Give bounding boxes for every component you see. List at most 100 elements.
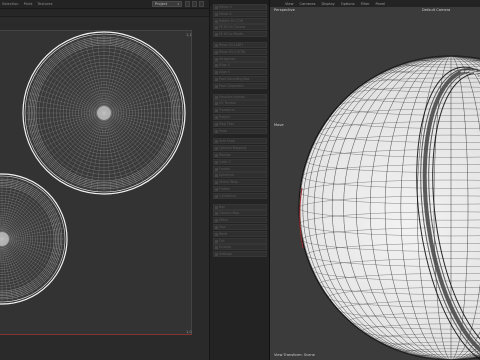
command-item[interactable]: Realign <box>213 152 267 158</box>
viewport-status-text: View Transform: Scene <box>274 353 315 357</box>
command-label: Map Tiles <box>219 121 234 126</box>
command-label: Align V <box>219 70 231 75</box>
command-label: Cylindrical <box>219 193 236 198</box>
command-label: Flatten <box>219 187 231 191</box>
command-label: Frontal <box>219 166 230 171</box>
command-icon <box>215 102 218 106</box>
viewport-panel[interactable]: View Cameras Display Options Filter Pane… <box>269 0 480 360</box>
command-item[interactable]: Project <box>213 114 267 120</box>
command-item[interactable]: Map Tiles <box>213 120 267 127</box>
command-icon <box>215 57 218 61</box>
command-label: Fit UV to Points <box>219 32 244 37</box>
command-label: Shrink Wrap <box>219 180 239 185</box>
command-item[interactable]: Cylindrical <box>213 192 267 199</box>
command-item[interactable]: Relax UV (LSCM) <box>213 48 267 55</box>
command-icon <box>215 64 218 68</box>
menu-options[interactable]: Options <box>341 2 355 6</box>
command-item[interactable]: Optimal Mapping <box>213 145 267 152</box>
menu-filter[interactable]: Filter <box>361 2 370 6</box>
command-label: Relax UV (ABF) <box>219 43 243 47</box>
command-icon <box>215 188 218 191</box>
command-item[interactable]: Frontal <box>213 165 267 172</box>
command-label: Unwrap <box>219 245 232 250</box>
command-label: Transform <box>219 108 235 113</box>
command-icon <box>215 246 218 250</box>
command-item[interactable]: Snap <box>213 127 267 134</box>
command-icon <box>215 253 218 257</box>
command-icon <box>215 174 218 178</box>
command-item[interactable]: Align V <box>213 69 267 76</box>
viewport-projection-label: Perspective <box>274 8 295 12</box>
menu-panel[interactable]: Panel <box>376 2 386 6</box>
uv-coordinate-bottom: 1,0 <box>186 330 192 334</box>
menu-view[interactable]: View <box>285 2 294 6</box>
command-item[interactable]: Settings <box>213 251 267 258</box>
command-icon <box>215 160 218 164</box>
command-item[interactable]: Transform <box>213 107 267 114</box>
command-icon <box>215 19 218 23</box>
command-item[interactable]: Pack Bounding Box <box>213 76 267 82</box>
move-tool-label: Move <box>274 123 284 127</box>
command-item[interactable]: Mirror U <box>213 4 267 10</box>
cricket-ball-mesh <box>298 55 480 360</box>
command-label: Settings <box>219 252 233 257</box>
command-label: Grid Snap <box>219 139 235 144</box>
command-icon <box>215 44 218 47</box>
menu-display[interactable]: Display <box>322 2 335 6</box>
command-label: Align U <box>219 63 231 68</box>
command-label: Pack Bounding Box <box>219 77 250 81</box>
command-icon <box>215 33 218 37</box>
command-item[interactable]: Pack Geometric <box>213 82 267 89</box>
command-label: Stitch <box>219 218 229 223</box>
command-label: Mirror V <box>219 11 232 16</box>
command-label: UV Terrace <box>219 101 237 106</box>
command-label: Camera Map <box>219 211 240 216</box>
command-icon <box>215 205 218 209</box>
command-item[interactable]: Equalize Islands <box>213 93 267 100</box>
command-label: Spherical <box>219 173 234 178</box>
command-icon <box>215 194 218 198</box>
command-icon <box>215 109 218 113</box>
command-label: Project <box>219 115 230 119</box>
menu-cameras[interactable]: Cameras <box>300 2 316 6</box>
command-label: Sew <box>219 225 226 229</box>
command-icon <box>215 26 218 30</box>
command-label: Cut <box>219 238 225 243</box>
command-icon <box>215 6 218 9</box>
command-item[interactable]: Fit UV to Canvas <box>213 24 267 31</box>
command-icon <box>215 12 218 16</box>
command-item[interactable]: Camera Map <box>213 210 267 217</box>
command-label: Fit UV to Canvas <box>219 25 246 30</box>
command-item[interactable]: Mirror V <box>213 10 267 17</box>
command-icon <box>215 116 218 119</box>
command-item[interactable]: Relax UV (ABF) <box>213 42 267 48</box>
command-item[interactable]: Stitch <box>213 217 267 224</box>
command-label: Straighten <box>219 56 236 61</box>
command-item[interactable]: Rotate 90 CCW <box>213 17 267 24</box>
command-label: Box <box>219 204 225 209</box>
command-item[interactable]: Weld <box>213 230 267 237</box>
command-icon <box>215 219 218 223</box>
command-item[interactable]: UV Terrace <box>213 100 267 107</box>
command-label: Equalize Islands <box>219 94 245 99</box>
command-item[interactable]: Sew <box>213 224 267 230</box>
command-label: Pack Geometric <box>219 83 244 88</box>
command-icon <box>215 129 218 133</box>
command-item[interactable]: Cubic 2 <box>213 158 267 165</box>
command-item[interactable]: Shrink Wrap <box>213 179 267 186</box>
command-icon <box>215 122 218 126</box>
command-item[interactable]: Straighten <box>213 55 267 62</box>
command-icon <box>215 232 218 236</box>
viewport-camera-label[interactable]: Default Camera <box>422 8 450 12</box>
command-icon <box>215 78 218 81</box>
command-item[interactable]: Align U <box>213 62 267 69</box>
command-item[interactable]: Unwrap <box>213 244 267 251</box>
command-icon <box>215 239 218 243</box>
command-item[interactable]: Grid Snap <box>213 138 267 145</box>
command-item[interactable]: Flatten <box>213 186 267 192</box>
command-item[interactable]: Cut <box>213 237 267 244</box>
command-item[interactable]: Fit UV to Points <box>213 31 267 38</box>
command-item[interactable]: Spherical <box>213 172 267 179</box>
uv-command-panel: Mirror U Mirror V Rotate 90 CCW Fit UV to C… <box>209 0 270 360</box>
command-item[interactable]: Box <box>213 203 267 210</box>
